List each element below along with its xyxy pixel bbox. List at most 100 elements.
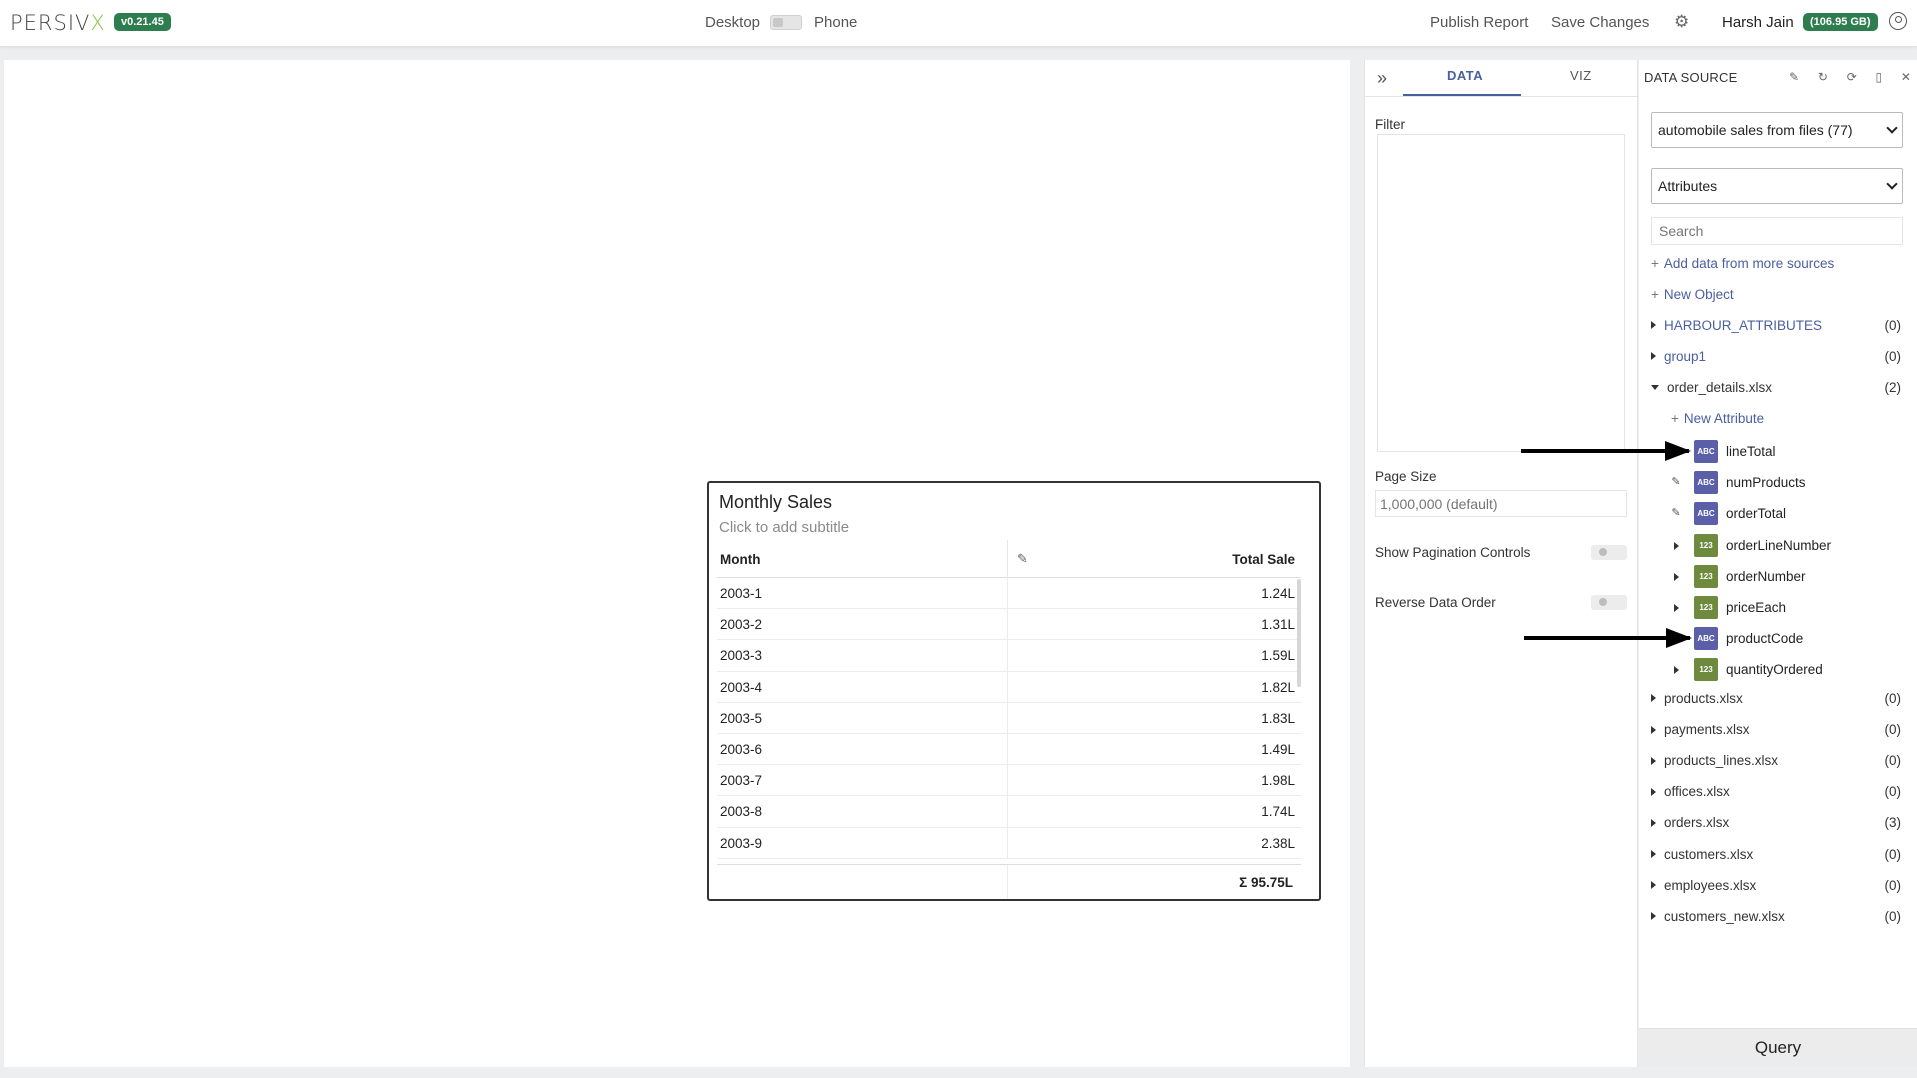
- cell-month: 2003-1: [720, 586, 763, 601]
- group-count: (3): [1884, 815, 1902, 831]
- column-header-month[interactable]: Month: [720, 552, 760, 567]
- tab-baseline: [1365, 96, 1639, 97]
- desktop-label[interactable]: Desktop: [705, 14, 760, 31]
- monthly-sales-table-widget[interactable]: Monthly Sales Click to add subtitle Mont…: [707, 481, 1321, 901]
- new-object-link[interactable]: + New Object: [1651, 287, 1734, 302]
- table-row[interactable]: 2003-3 1.59L: [717, 640, 1301, 672]
- tab-viz[interactable]: VIZ: [1570, 68, 1592, 83]
- cell-total-sale: 1.24L: [1261, 586, 1295, 601]
- cell-month: 2003-4: [720, 679, 763, 695]
- data-source-select[interactable]: automobile sales from files (77): [1651, 112, 1903, 148]
- attribute-item[interactable]: ✎ ABC numProducts: [1669, 471, 1899, 495]
- query-button[interactable]: Query: [1639, 1028, 1917, 1067]
- data-group-item[interactable]: orders.xlsx (3): [1651, 815, 1901, 830]
- attribute-item[interactable]: 123 orderLineNumber: [1669, 533, 1899, 558]
- publish-report-button[interactable]: Publish Report: [1430, 14, 1528, 31]
- attribute-item[interactable]: ABC lineTotal: [1669, 440, 1899, 464]
- show-pagination-label: Show Pagination Controls: [1375, 545, 1531, 560]
- group-harbour-attributes[interactable]: HARBOUR_ATTRIBUTES (0): [1651, 318, 1901, 333]
- caret-right-icon: [1651, 694, 1656, 703]
- table-row[interactable]: 2003-4 1.82L: [717, 671, 1301, 703]
- attribute-item[interactable]: 123 orderNumber: [1669, 564, 1899, 589]
- data-group-item[interactable]: payments.xlsx (0): [1651, 722, 1901, 737]
- footer-total: Σ 95.75L: [1239, 875, 1293, 890]
- table-row[interactable]: 2003-8 1.74L: [717, 796, 1301, 828]
- search-input[interactable]: [1651, 217, 1903, 245]
- data-group-item[interactable]: employees.xlsx (0): [1651, 878, 1901, 893]
- caret-down-icon: [1651, 384, 1659, 390]
- view-type-select[interactable]: Attributes: [1651, 168, 1903, 204]
- reverse-data-order-toggle[interactable]: [1591, 595, 1627, 610]
- plus-icon: +: [1671, 411, 1679, 426]
- widget-subtitle[interactable]: Click to add subtitle: [719, 519, 849, 536]
- caret-right-icon: [1651, 881, 1656, 890]
- attribute-item[interactable]: ABC productCode: [1669, 627, 1899, 651]
- table-row[interactable]: 2003-7 1.98L: [717, 765, 1301, 797]
- refresh-icon[interactable]: ↻: [1818, 70, 1828, 84]
- group-name: group1: [1664, 349, 1707, 364]
- caret-right-icon[interactable]: [1674, 666, 1679, 675]
- attribute-item[interactable]: 123 quantityOrdered: [1669, 658, 1899, 682]
- gear-icon[interactable]: ⚙: [1674, 12, 1689, 32]
- table-row[interactable]: 2003-5 1.83L: [717, 702, 1301, 734]
- caret-right-icon: [1651, 756, 1656, 765]
- caret-right-icon[interactable]: [1674, 604, 1679, 612]
- table-row[interactable]: 2003-2 1.31L: [717, 609, 1301, 641]
- group-group1[interactable]: group1 (0): [1651, 349, 1901, 364]
- table-row[interactable]: 2003-9 2.38L: [717, 827, 1301, 859]
- user-circle-icon[interactable]: [1889, 12, 1907, 30]
- data-group-item[interactable]: customers_new.xlsx (0): [1651, 909, 1901, 924]
- plus-icon: +: [1651, 256, 1659, 271]
- table-footer: Σ 95.75L: [717, 864, 1301, 900]
- widget-title[interactable]: Monthly Sales: [719, 492, 832, 513]
- add-data-sources-link[interactable]: + Add data from more sources: [1651, 256, 1834, 271]
- add-data-sources-label: Add data from more sources: [1663, 256, 1835, 271]
- collapse-panel-icon[interactable]: »: [1377, 68, 1387, 89]
- column-header-total-sale[interactable]: Total Sale: [1232, 552, 1295, 567]
- pencil-icon[interactable]: ✎: [1669, 506, 1683, 519]
- cell-total-sale: 1.31L: [1261, 617, 1295, 633]
- plus-icon: +: [1651, 287, 1659, 302]
- caret-right-icon[interactable]: [1674, 572, 1679, 581]
- table-row[interactable]: 2003-6 1.49L: [717, 733, 1301, 766]
- persivx-logo[interactable]: PERSIVX: [10, 11, 106, 35]
- cell-month: 2003-5: [720, 710, 763, 726]
- data-group-item[interactable]: products_lines.xlsx (0): [1651, 753, 1901, 768]
- save-changes-button[interactable]: Save Changes: [1551, 14, 1649, 31]
- attribute-item[interactable]: 123 priceEach: [1669, 596, 1899, 620]
- attribute-item[interactable]: ✎ ABC orderTotal: [1669, 502, 1899, 526]
- new-attribute-link[interactable]: + New Attribute: [1671, 411, 1764, 426]
- data-group-item[interactable]: offices.xlsx (0): [1651, 784, 1901, 799]
- tab-data[interactable]: DATA: [1447, 68, 1483, 83]
- pencil-icon[interactable]: ✎: [1017, 551, 1028, 567]
- attribute-type-badge: 123: [1694, 533, 1718, 557]
- data-group-item[interactable]: customers.xlsx (0): [1651, 847, 1901, 862]
- device-toggle[interactable]: [770, 15, 802, 30]
- page-size-input[interactable]: [1375, 490, 1627, 517]
- caret-right-icon: [1651, 849, 1656, 858]
- attribute-name: orderNumber: [1726, 568, 1806, 584]
- document-icon[interactable]: ▯: [1876, 70, 1883, 84]
- show-pagination-toggle[interactable]: [1591, 545, 1627, 560]
- edit-icon[interactable]: ✎: [1789, 70, 1799, 84]
- phone-label[interactable]: Phone: [814, 14, 857, 31]
- column-divider: [1007, 796, 1008, 828]
- group-order-details[interactable]: order_details.xlsx (2): [1651, 380, 1901, 395]
- collapse-all-icon[interactable]: ✕: [1901, 70, 1911, 84]
- group-count: (0): [1884, 846, 1902, 862]
- annotation-arrow: [1521, 441, 1691, 461]
- column-divider: [1007, 827, 1008, 859]
- data-group-item[interactable]: products.xlsx (0): [1651, 691, 1901, 706]
- data-table: Month ✎ Total Sale 2003-1 1.24L 2003-2 1.31…: [717, 540, 1301, 859]
- filter-drop-zone[interactable]: [1377, 134, 1625, 452]
- sync-icon[interactable]: ⟳: [1847, 70, 1857, 84]
- attribute-type-badge: ABC: [1694, 502, 1718, 526]
- caret-right-icon[interactable]: [1674, 541, 1679, 550]
- attribute-type-badge: 123: [1694, 658, 1718, 682]
- table-scrollbar[interactable]: [1297, 579, 1301, 687]
- pencil-icon[interactable]: ✎: [1669, 475, 1683, 488]
- cell-total-sale: 1.74L: [1261, 804, 1295, 820]
- table-row[interactable]: 2003-1 1.24L: [717, 578, 1301, 610]
- column-divider: [1007, 540, 1008, 578]
- group-name: employees.xlsx: [1664, 877, 1757, 893]
